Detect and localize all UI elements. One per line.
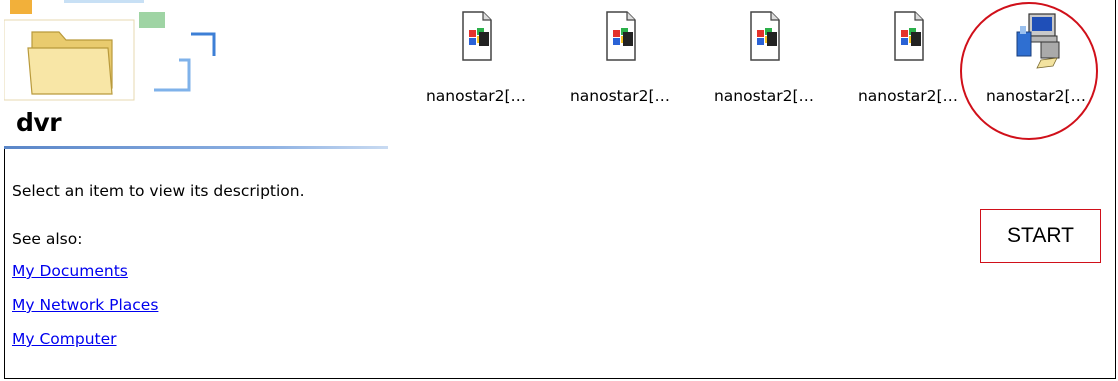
file-item-label: nanostar2[…	[569, 87, 671, 105]
installer-file-icon	[750, 11, 780, 61]
description-text: Select an item to view its description.	[12, 182, 305, 200]
see-also-label: See also:	[12, 230, 83, 248]
file-item-label: nanostar2[…	[985, 87, 1087, 105]
installer-file-icon	[462, 11, 492, 61]
folder-header: dvr	[4, 0, 388, 148]
installer-file-icon	[606, 11, 636, 61]
file-item-1[interactable]: nanostar2[…	[413, 10, 539, 120]
file-item-label: nanostar2[…	[425, 87, 527, 105]
file-item-3[interactable]: nanostar2[…	[701, 10, 827, 120]
folder-title: dvr	[16, 108, 62, 137]
start-annotation-button[interactable]: START	[980, 209, 1101, 263]
setup-program-icon	[1016, 13, 1060, 69]
installer-file-icon	[894, 11, 924, 61]
file-item-label: nanostar2[…	[857, 87, 959, 105]
header-divider	[4, 146, 388, 149]
file-item-label: nanostar2[…	[713, 87, 815, 105]
file-item-5[interactable]: nanostar2[…	[973, 10, 1099, 120]
link-my-computer[interactable]: My Computer	[12, 330, 117, 348]
file-item-4[interactable]: nanostar2[…	[845, 10, 971, 120]
file-item-2[interactable]: nanostar2[…	[557, 10, 683, 120]
link-my-documents[interactable]: My Documents	[12, 262, 128, 280]
link-my-network-places[interactable]: My Network Places	[12, 296, 158, 314]
folder-banner-icon	[4, 0, 216, 101]
